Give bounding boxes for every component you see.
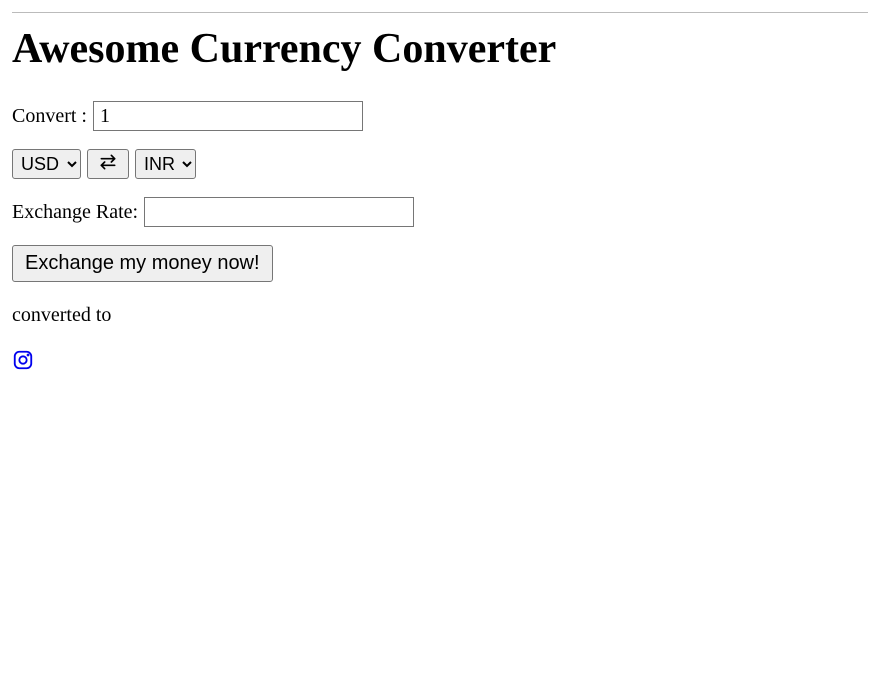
exchange-rate-row: Exchange Rate: bbox=[12, 197, 868, 227]
exchange-button[interactable]: Exchange my money now! bbox=[12, 245, 273, 282]
convert-amount-input[interactable] bbox=[93, 101, 363, 131]
instagram-link[interactable] bbox=[12, 349, 34, 377]
swap-arrows-icon bbox=[98, 152, 118, 177]
exchange-rate-label: Exchange Rate: bbox=[12, 201, 138, 224]
top-divider bbox=[12, 12, 868, 13]
page-title: Awesome Currency Converter bbox=[12, 25, 868, 73]
instagram-icon bbox=[12, 349, 34, 377]
from-currency-select[interactable]: USD bbox=[12, 149, 81, 179]
currency-selection-row: USD INR bbox=[12, 149, 868, 179]
result-text: converted to bbox=[12, 304, 868, 327]
exchange-rate-input[interactable] bbox=[144, 197, 414, 227]
convert-row: Convert : bbox=[12, 101, 868, 131]
exchange-button-row: Exchange my money now! bbox=[12, 245, 868, 282]
swap-currencies-button[interactable] bbox=[87, 149, 129, 179]
to-currency-select[interactable]: INR bbox=[135, 149, 196, 179]
convert-label: Convert : bbox=[12, 105, 87, 128]
result-converted-label: converted to bbox=[12, 304, 111, 326]
